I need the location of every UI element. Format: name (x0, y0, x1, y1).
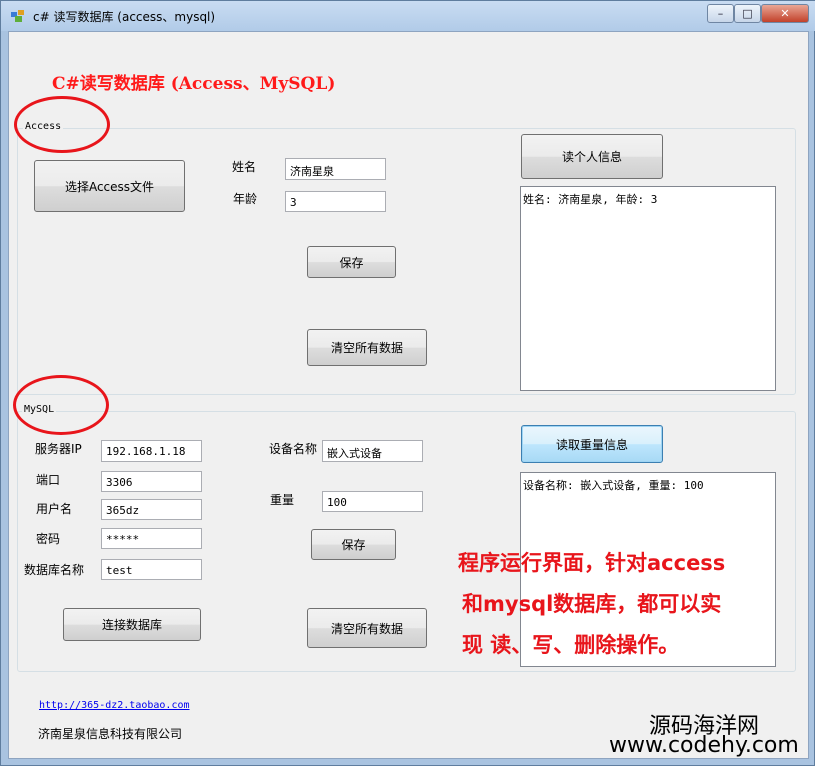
access-clear-all-button[interactable]: 清空所有数据 (307, 329, 427, 366)
page-heading: C#读写数据库 (Access、MySQL) (52, 74, 336, 94)
access-output-textbox[interactable]: 姓名: 济南星泉, 年龄: 3 (520, 186, 776, 391)
watermark-url: www.codehy.com (609, 733, 799, 758)
access-save-button[interactable]: 保存 (307, 246, 396, 278)
server-ip-label: 服务器IP (35, 442, 82, 456)
port-input[interactable]: 3306 (101, 471, 202, 492)
annotation-line-2: 和mysql数据库，都可以实 (462, 592, 722, 616)
username-label: 用户名 (36, 502, 73, 516)
mysql-clear-all-button[interactable]: 清空所有数据 (307, 608, 427, 648)
minimize-button[interactable]: – (707, 4, 734, 23)
age-label: 年龄 (233, 192, 258, 206)
weight-label: 重量 (270, 493, 295, 507)
window-title: c# 读写数据库 (access、mysql) (33, 10, 216, 24)
app-window-icon (11, 10, 24, 22)
device-name-label: 设备名称 (269, 442, 318, 456)
maximize-button[interactable]: □ (734, 4, 761, 23)
weight-input[interactable]: 100 (322, 491, 423, 512)
mysql-save-button[interactable]: 保存 (311, 529, 396, 560)
password-label: 密码 (36, 532, 61, 546)
database-name-label: 数据库名称 (24, 563, 85, 577)
username-input[interactable]: 365dz (101, 499, 202, 520)
read-personal-info-button[interactable]: 读个人信息 (521, 134, 663, 179)
close-button[interactable]: ✕ (761, 4, 809, 23)
server-ip-input[interactable]: 192.168.1.18 (101, 440, 202, 462)
read-weight-info-button[interactable]: 读取重量信息 (521, 425, 663, 463)
company-name: 济南星泉信息科技有限公司 (38, 727, 183, 741)
password-input[interactable]: ***** (101, 528, 202, 549)
database-name-input[interactable]: test (101, 559, 202, 580)
connect-database-button[interactable]: 连接数据库 (63, 608, 201, 641)
name-input[interactable]: 济南星泉 (285, 158, 386, 180)
window-controls: – □ ✕ (707, 4, 810, 24)
mysql-highlight-ring (13, 375, 109, 435)
port-label: 端口 (36, 473, 61, 487)
name-label: 姓名 (232, 160, 257, 174)
select-access-file-button[interactable]: 选择Access文件 (34, 160, 185, 212)
annotation-line-1: 程序运行界面，针对access (458, 551, 726, 575)
taobao-link[interactable]: http://365-dz2.taobao.com (39, 700, 190, 711)
annotation-line-3: 现 读、写、删除操作。 (462, 633, 680, 657)
age-input[interactable]: 3 (285, 191, 386, 212)
title-bar[interactable]: c# 读写数据库 (access、mysql) – □ ✕ (1, 1, 815, 31)
access-highlight-ring (14, 96, 110, 153)
device-name-input[interactable]: 嵌入式设备 (322, 440, 423, 462)
